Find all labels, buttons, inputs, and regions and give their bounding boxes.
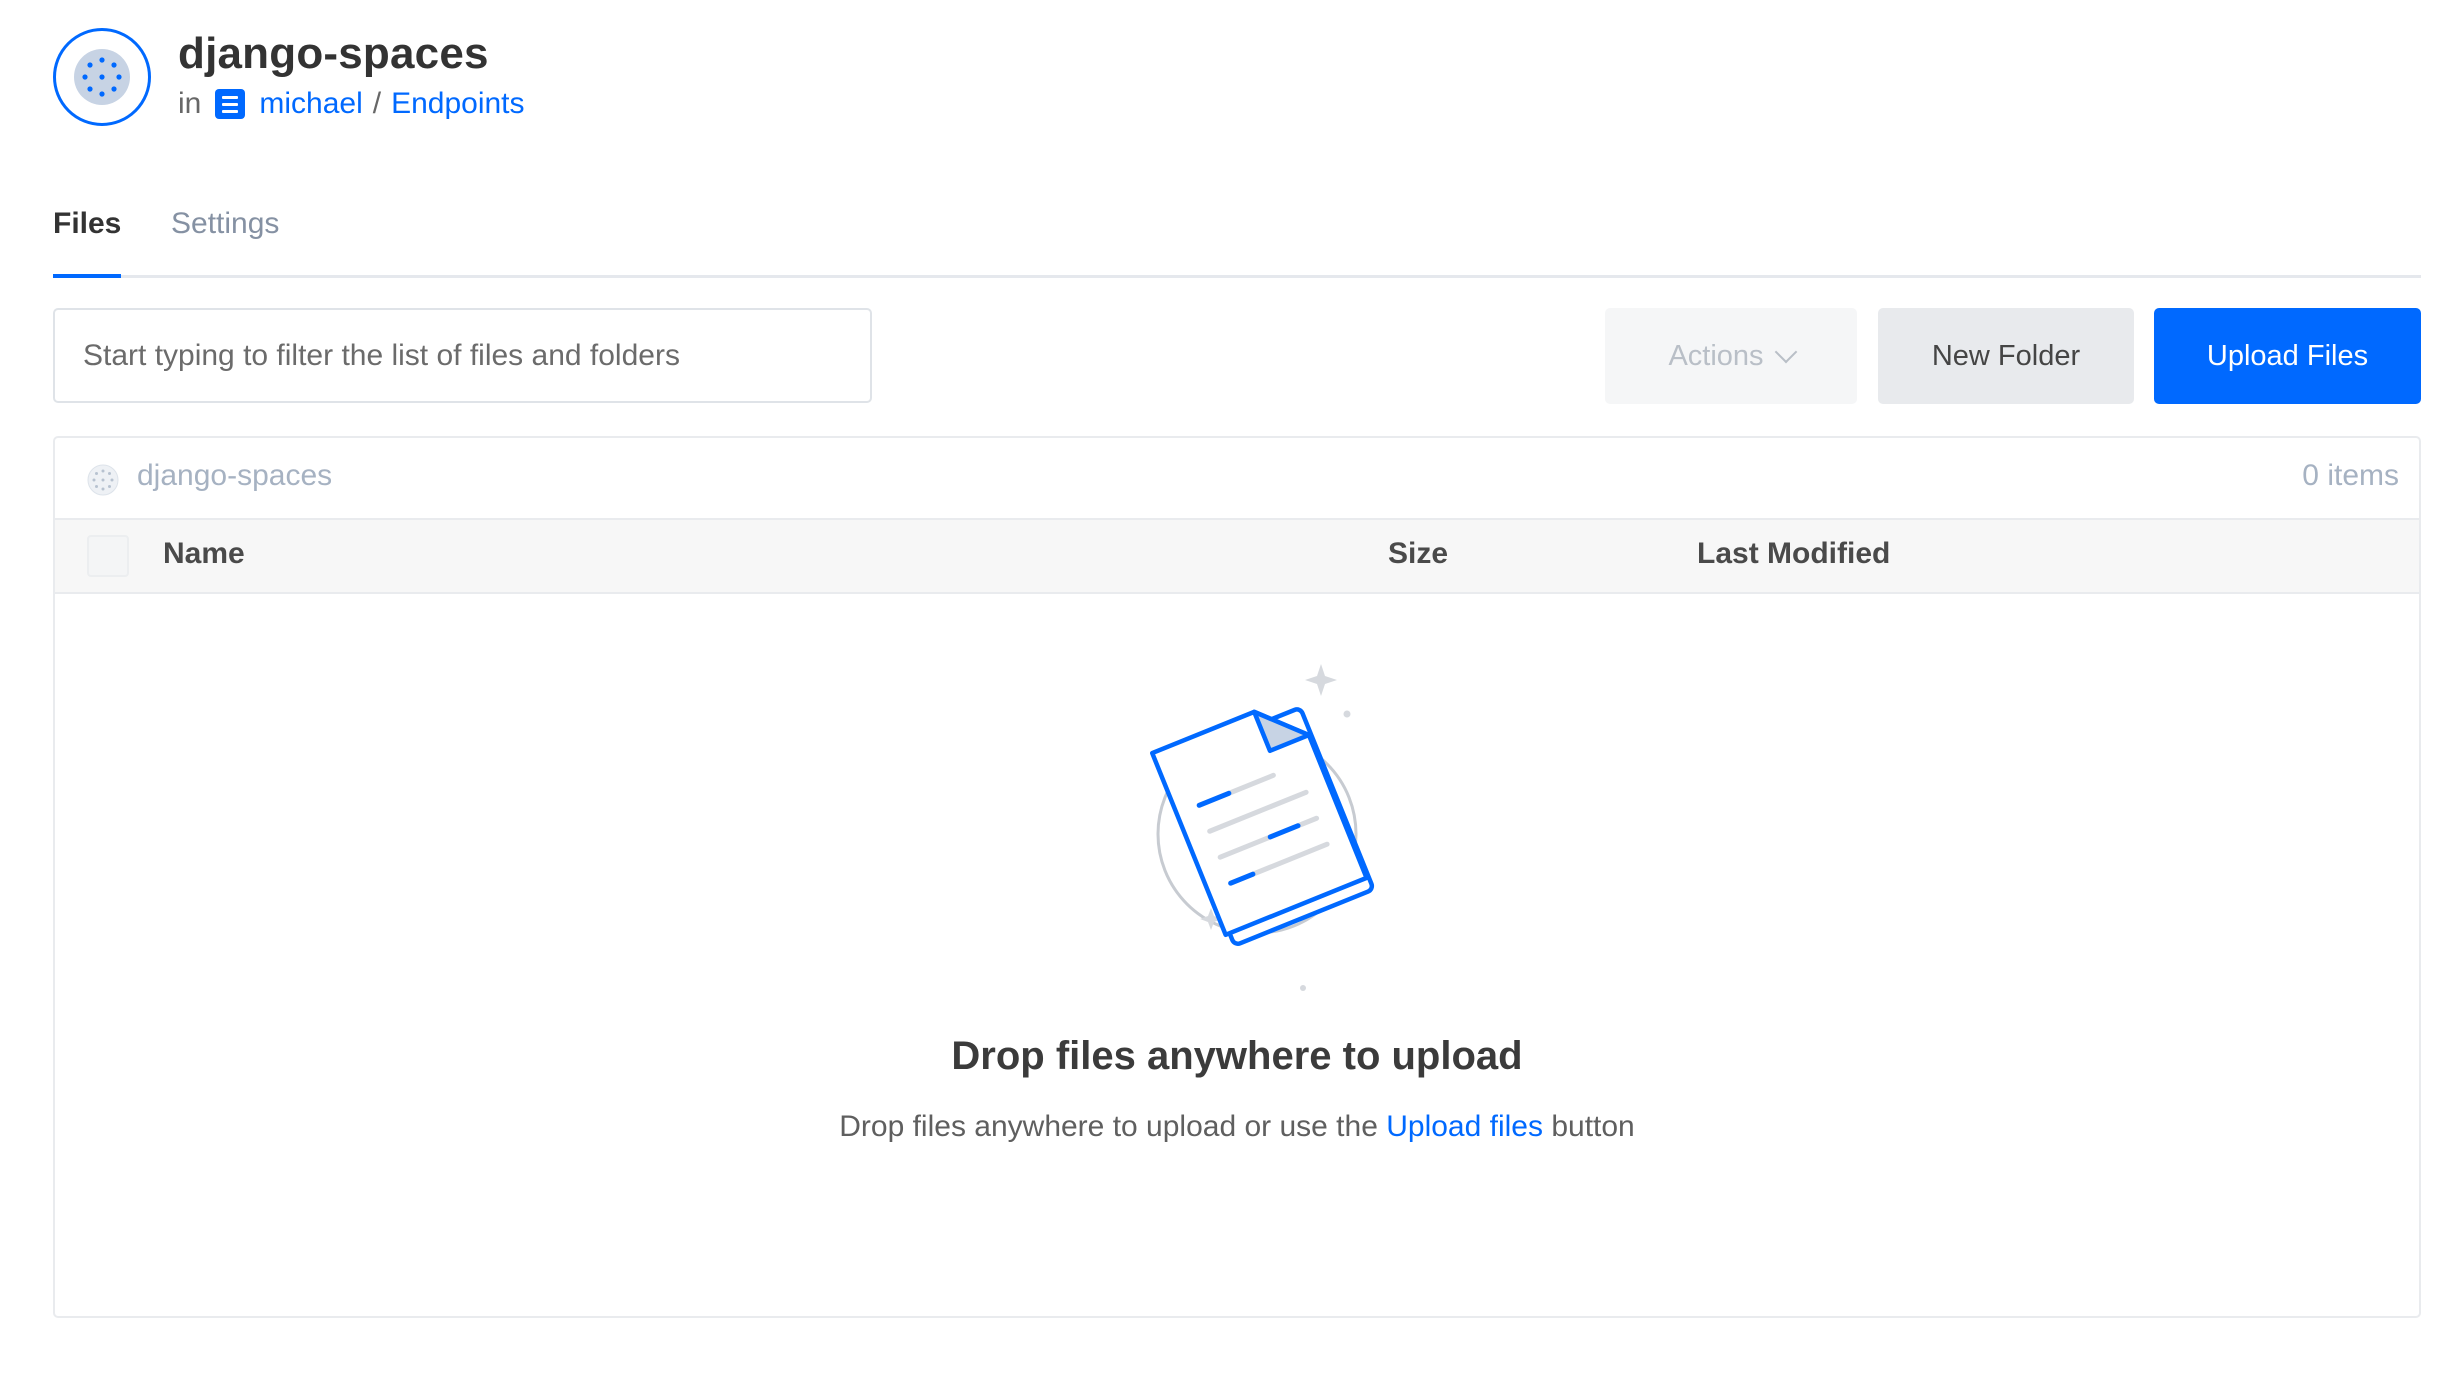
page: django-spaces in michael / Endpoints Fil… [0,0,2458,1388]
filter-input[interactable] [53,308,872,403]
column-last-modified[interactable]: Last Modified [1697,537,1890,571]
panel-space-name[interactable]: django-spaces [137,459,332,493]
tab-settings[interactable]: Settings [171,204,279,244]
breadcrumb-section-link[interactable]: Endpoints [391,86,524,122]
breadcrumb-project-link[interactable]: michael [259,86,362,122]
tab-bar: Files Settings [53,196,2421,278]
new-folder-button[interactable]: New Folder [1878,308,2134,404]
actions-button[interactable]: Actions [1605,308,1857,404]
chevron-down-icon [1774,340,1797,364]
empty-state-text-after: button [1543,1110,1635,1143]
tab-files[interactable]: Files [53,204,122,278]
space-icon [87,464,119,496]
spaces-icon [53,28,151,126]
file-browser-panel: django-spaces 0 items Name Size Last Mod… [53,436,2421,1318]
upload-files-link[interactable]: Upload files [1386,1110,1543,1143]
breadcrumb-separator: / [372,87,382,120]
documents-illustration [1149,664,1375,991]
actions-button-label: Actions [1668,339,1764,372]
table-header: Name Size Last Modified [55,520,2419,594]
empty-state-title: Drop files anywhere to upload [951,1034,1523,1078]
column-name[interactable]: Name [163,537,245,571]
breadcrumb-prefix: in [178,87,202,120]
page-title: django-spaces [178,29,489,78]
panel-header: django-spaces 0 items [55,438,2419,520]
upload-files-button[interactable]: Upload Files [2154,308,2421,404]
breadcrumb: in michael / Endpoints [178,86,525,122]
empty-state-text-before: Drop files anywhere to upload or use the [839,1110,1387,1143]
empty-state-text: Drop files anywhere to upload or use the… [55,1110,2419,1144]
title-block: django-spaces in michael / Endpoints [178,28,525,122]
column-size[interactable]: Size [1388,537,1448,571]
item-count: 0 items [2302,459,2399,492]
space-header: django-spaces in michael / Endpoints [53,28,525,126]
project-icon [215,89,246,119]
select-all-checkbox[interactable] [87,535,129,577]
